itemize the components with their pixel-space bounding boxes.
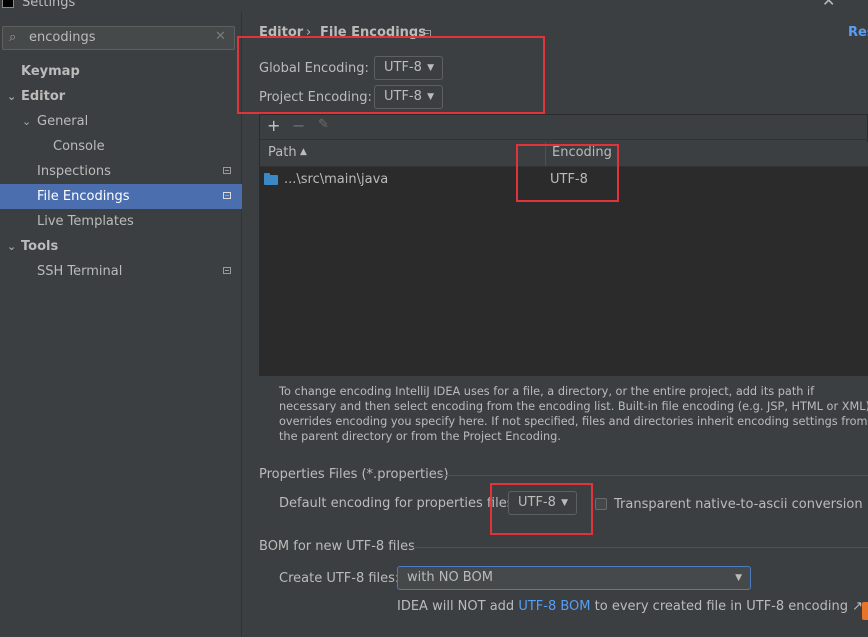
highlight-box	[237, 36, 545, 114]
sidebar-item-ssh-terminal[interactable]: SSH Terminal	[0, 259, 242, 284]
chevron-down-icon[interactable]: ⌄	[7, 84, 16, 109]
search-box[interactable]: ⌕ ✕	[2, 26, 235, 50]
section-divider	[435, 475, 868, 476]
row-path: ...\src\main\java	[284, 172, 389, 187]
sidebar-item-label: Tools	[21, 239, 59, 254]
sidebar-item-label: SSH Terminal	[37, 264, 123, 279]
encoding-help-text: To change encoding IntelliJ IDEA uses fo…	[279, 385, 868, 443]
properties-default-label: Default encoding for properties files:	[279, 496, 518, 511]
chevron-down-icon[interactable]: ⌄	[22, 109, 31, 134]
project-settings-icon	[223, 267, 231, 274]
folder-icon	[264, 173, 278, 185]
sidebar-item-file-encodings[interactable]: File Encodings	[0, 184, 242, 209]
chevron-down-icon[interactable]: ⌄	[7, 234, 16, 259]
sidebar-item-editor[interactable]: ⌄ Editor	[0, 84, 242, 109]
utf8-bom-link[interactable]: UTF-8 BOM	[518, 599, 590, 614]
bom-note-prefix: IDEA will NOT add	[397, 599, 515, 614]
bom-section-title: BOM for new UTF-8 files	[259, 539, 415, 554]
highlight-box	[490, 483, 593, 535]
transparent-conversion-label[interactable]: Transparent native-to-ascii conversion	[614, 497, 863, 512]
sidebar-item-label: Editor	[21, 89, 66, 104]
sidebar-item-inspections[interactable]: Inspections	[0, 159, 242, 184]
column-header-path[interactable]: Path ▲	[260, 142, 545, 166]
close-icon[interactable]: ✕	[822, 0, 835, 10]
transparent-conversion-checkbox[interactable]	[595, 498, 607, 510]
intellij-logo-icon	[2, 0, 14, 8]
section-divider	[411, 547, 868, 548]
project-settings-icon	[223, 167, 231, 174]
column-label: Path	[268, 145, 297, 160]
search-input[interactable]	[29, 30, 209, 45]
sidebar-item-keymap[interactable]: Keymap	[0, 59, 242, 84]
properties-section-title: Properties Files (*.properties)	[259, 467, 449, 482]
sidebar-item-label: Live Templates	[37, 214, 134, 229]
overlay-logo-icon	[862, 602, 868, 620]
sidebar-item-live-templates[interactable]: Live Templates	[0, 209, 242, 234]
window-title: Settings	[22, 0, 76, 10]
settings-sidebar: ⌕ ✕ Keymap ⌄ Editor ⌄ General Console In…	[0, 12, 242, 637]
sidebar-item-label: General	[37, 114, 89, 129]
reset-link[interactable]: Res	[848, 25, 868, 40]
sidebar-item-label: Console	[53, 139, 105, 154]
bom-note: IDEA will NOT add UTF-8 BOM to every cre…	[397, 599, 863, 614]
title-bar: Settings ✕	[0, 0, 868, 12]
bom-dropdown[interactable]: with NO BOM ▼	[397, 566, 751, 590]
table-toolbar: + − ✎	[260, 115, 868, 140]
search-icon: ⌕	[9, 30, 17, 45]
highlight-box	[516, 144, 619, 202]
edit-icon[interactable]: ✎	[318, 117, 329, 132]
settings-content: Editor › File Encodings Res Global Encod…	[237, 12, 868, 637]
sidebar-item-tools[interactable]: ⌄ Tools	[0, 234, 242, 259]
remove-icon[interactable]: −	[292, 116, 305, 135]
bom-note-suffix: to every created file in UTF-8 encoding	[594, 599, 848, 614]
create-utf8-label: Create UTF-8 files:	[279, 571, 400, 586]
sidebar-item-general[interactable]: ⌄ General	[0, 109, 242, 134]
clear-search-icon[interactable]: ✕	[215, 29, 226, 44]
add-icon[interactable]: +	[267, 116, 280, 135]
project-settings-icon	[223, 192, 231, 199]
sidebar-item-label: Keymap	[21, 64, 80, 79]
sidebar-item-label: File Encodings	[37, 189, 130, 204]
dropdown-caret-icon: ▼	[735, 573, 742, 583]
sidebar-item-console[interactable]: Console	[0, 134, 242, 159]
bom-value: with NO BOM	[407, 570, 493, 585]
sort-ascending-icon: ▲	[300, 147, 307, 157]
sidebar-item-label: Inspections	[37, 164, 111, 179]
